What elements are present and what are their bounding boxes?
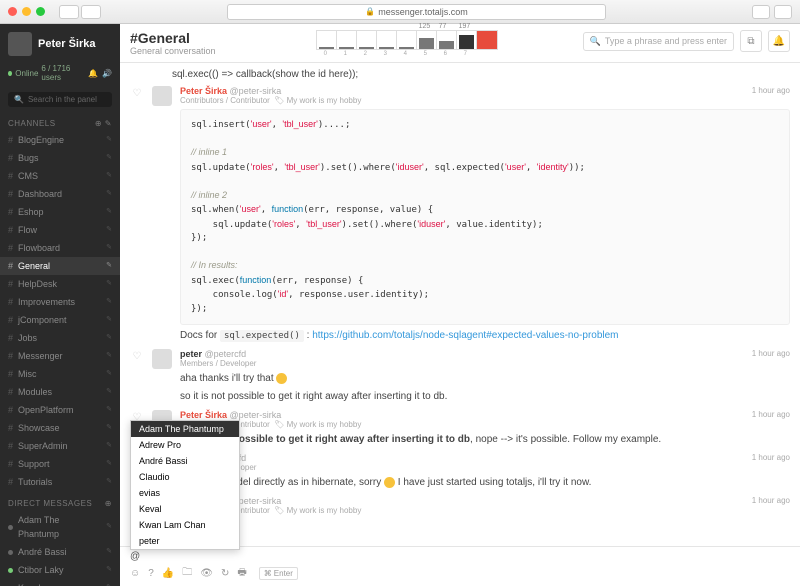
avatar xyxy=(8,32,32,56)
avatar xyxy=(152,86,172,106)
window-controls xyxy=(8,7,45,16)
composer: @ ☺ ? 👍 🗀 👁 ↻ 🖶 ⌘ Enter xyxy=(120,546,800,586)
tabs-button[interactable] xyxy=(774,5,792,19)
channel-misc[interactable]: #Misc✎ xyxy=(0,365,120,383)
message-time: 1 hour ago xyxy=(752,496,790,505)
autocomplete-item[interactable]: André Bassi xyxy=(131,453,239,469)
eye-button[interactable]: 👁 xyxy=(200,568,213,579)
channel-flowboard[interactable]: #Flowboard✎ xyxy=(0,239,120,257)
message: ♡peter @petercfdMembers / Developeraha t… xyxy=(130,349,790,404)
message-search[interactable]: 🔍 Type a phrase and press enter xyxy=(583,32,734,51)
channel-eshop[interactable]: #Eshop✎ xyxy=(0,203,120,221)
channel-messenger[interactable]: #Messenger✎ xyxy=(0,347,120,365)
send-button[interactable]: ⌘ Enter xyxy=(259,567,298,580)
channel-superadmin[interactable]: #SuperAdmin✎ xyxy=(0,437,120,455)
user-status: Online 6 / 1716 users 🔔 🔊 xyxy=(0,64,120,88)
autocomplete-item[interactable]: Adrew Pro xyxy=(131,437,239,453)
print-button[interactable]: 🖶 xyxy=(237,565,246,582)
autocomplete-item[interactable]: evias xyxy=(131,485,239,501)
sidebar: Peter Širka Online 6 / 1716 users 🔔 🔊 🔍 … xyxy=(0,24,120,586)
channel-bugs[interactable]: #Bugs✎ xyxy=(0,149,120,167)
notifications-button[interactable]: 🔔 xyxy=(768,30,790,52)
composer-input[interactable]: @ xyxy=(130,551,790,563)
channel-helpdesk[interactable]: #HelpDesk✎ xyxy=(0,275,120,293)
minimize-window[interactable] xyxy=(22,7,31,16)
close-window[interactable] xyxy=(8,7,17,16)
docs-link[interactable]: https://github.com/totaljs/node-sqlagent… xyxy=(312,330,618,341)
channel-jobs[interactable]: #Jobs✎ xyxy=(0,329,120,347)
add-channel-icon[interactable]: ⊕ ✎ xyxy=(95,119,112,128)
message-time: 1 hour ago xyxy=(752,410,790,419)
like-icon[interactable]: ♡ xyxy=(133,88,142,99)
refresh-button[interactable]: ↻ xyxy=(221,568,229,579)
url-text: messenger.totaljs.com xyxy=(378,7,468,17)
channels-header: CHANNELS ⊕ ✎ xyxy=(0,111,120,131)
message-time: 1 hour ago xyxy=(752,349,790,358)
search-icon: 🔍 xyxy=(590,36,601,47)
channel-openplatform[interactable]: #OpenPlatform✎ xyxy=(0,401,120,419)
channel-improvements[interactable]: #Improvements✎ xyxy=(0,293,120,311)
main-panel: #General General conversation 0123412557… xyxy=(120,24,800,586)
emoji-button[interactable]: ☺ xyxy=(130,568,140,579)
avatar xyxy=(152,349,172,369)
dm-item[interactable]: Ctibor Laky✎ xyxy=(0,561,120,579)
search-icon: 🔍 xyxy=(14,95,24,104)
add-dm-icon[interactable]: ⊕ xyxy=(105,499,112,508)
message-time: 1 hour ago xyxy=(752,86,790,95)
channel-blogengine[interactable]: #BlogEngine✎ xyxy=(0,131,120,149)
like-icon[interactable]: ♡ xyxy=(133,351,142,362)
autocomplete-item[interactable]: peter xyxy=(131,533,239,549)
autocomplete-item[interactable]: Kwan Lam Chan xyxy=(131,517,239,533)
message-time: 1 hour ago xyxy=(752,453,790,462)
channel-modules[interactable]: #Modules✎ xyxy=(0,383,120,401)
channel-cms[interactable]: #CMS✎ xyxy=(0,167,120,185)
channel-general[interactable]: #General✎ xyxy=(0,257,120,275)
channel-support[interactable]: #Support✎ xyxy=(0,455,120,473)
activity-graph: 0123412557761977 xyxy=(316,30,498,50)
channel-tutorials[interactable]: #Tutorials✎ xyxy=(0,473,120,491)
prior-snippet: sql.exec(() => callback(show the id here… xyxy=(172,69,790,80)
forward-button[interactable] xyxy=(81,5,101,19)
autocomplete-item[interactable]: Adam The Phantump xyxy=(131,421,239,437)
lock-icon: 🔒 xyxy=(365,7,375,16)
dm-header: DIRECT MESSAGES ⊕ xyxy=(0,491,120,511)
current-user[interactable]: Peter Širka xyxy=(0,24,120,64)
channel-dashboard[interactable]: #Dashboard✎ xyxy=(0,185,120,203)
autocomplete-item[interactable]: Claudio xyxy=(131,469,239,485)
channel-flow[interactable]: #Flow✎ xyxy=(0,221,120,239)
dm-item[interactable]: Adam The Phantump✎ xyxy=(0,511,120,543)
channel-subtitle: General conversation xyxy=(130,46,216,56)
autocomplete-item[interactable]: Keval xyxy=(131,501,239,517)
channel-header: #General General conversation 0123412557… xyxy=(120,24,800,63)
help-button[interactable]: ? xyxy=(148,568,154,579)
dm-item[interactable]: André Bassi✎ xyxy=(0,543,120,561)
url-bar[interactable]: 🔒 messenger.totaljs.com xyxy=(227,4,606,20)
dm-item[interactable]: Keval✎ xyxy=(0,579,120,586)
attach-button[interactable]: 🗀 xyxy=(182,565,192,582)
sidebar-search[interactable]: 🔍 Search in the panel xyxy=(8,92,112,107)
back-button[interactable] xyxy=(59,5,79,19)
thumbs-up-button[interactable]: 👍 xyxy=(162,568,174,579)
emoji-icon xyxy=(276,373,287,384)
copy-button[interactable]: ⧉ xyxy=(740,30,762,52)
user-name: Peter Širka xyxy=(38,38,95,50)
mention-autocomplete[interactable]: Adam The PhantumpAdrew ProAndré BassiCla… xyxy=(130,420,240,550)
bell-icon[interactable]: 🔔 xyxy=(88,69,98,78)
channel-jcomponent[interactable]: #jComponent✎ xyxy=(0,311,120,329)
sound-icon[interactable]: 🔊 xyxy=(102,69,112,78)
code-block: sql.insert('user', 'tbl_user')....; // i… xyxy=(180,109,790,325)
emoji-icon xyxy=(384,477,395,488)
maximize-window[interactable] xyxy=(36,7,45,16)
message: ♡Peter Širka @peter-sirkaContributors / … xyxy=(130,86,790,343)
channel-showcase[interactable]: #Showcase✎ xyxy=(0,419,120,437)
browser-chrome: 🔒 messenger.totaljs.com xyxy=(0,0,800,24)
share-button[interactable] xyxy=(752,5,770,19)
channel-title: #General xyxy=(130,30,216,46)
